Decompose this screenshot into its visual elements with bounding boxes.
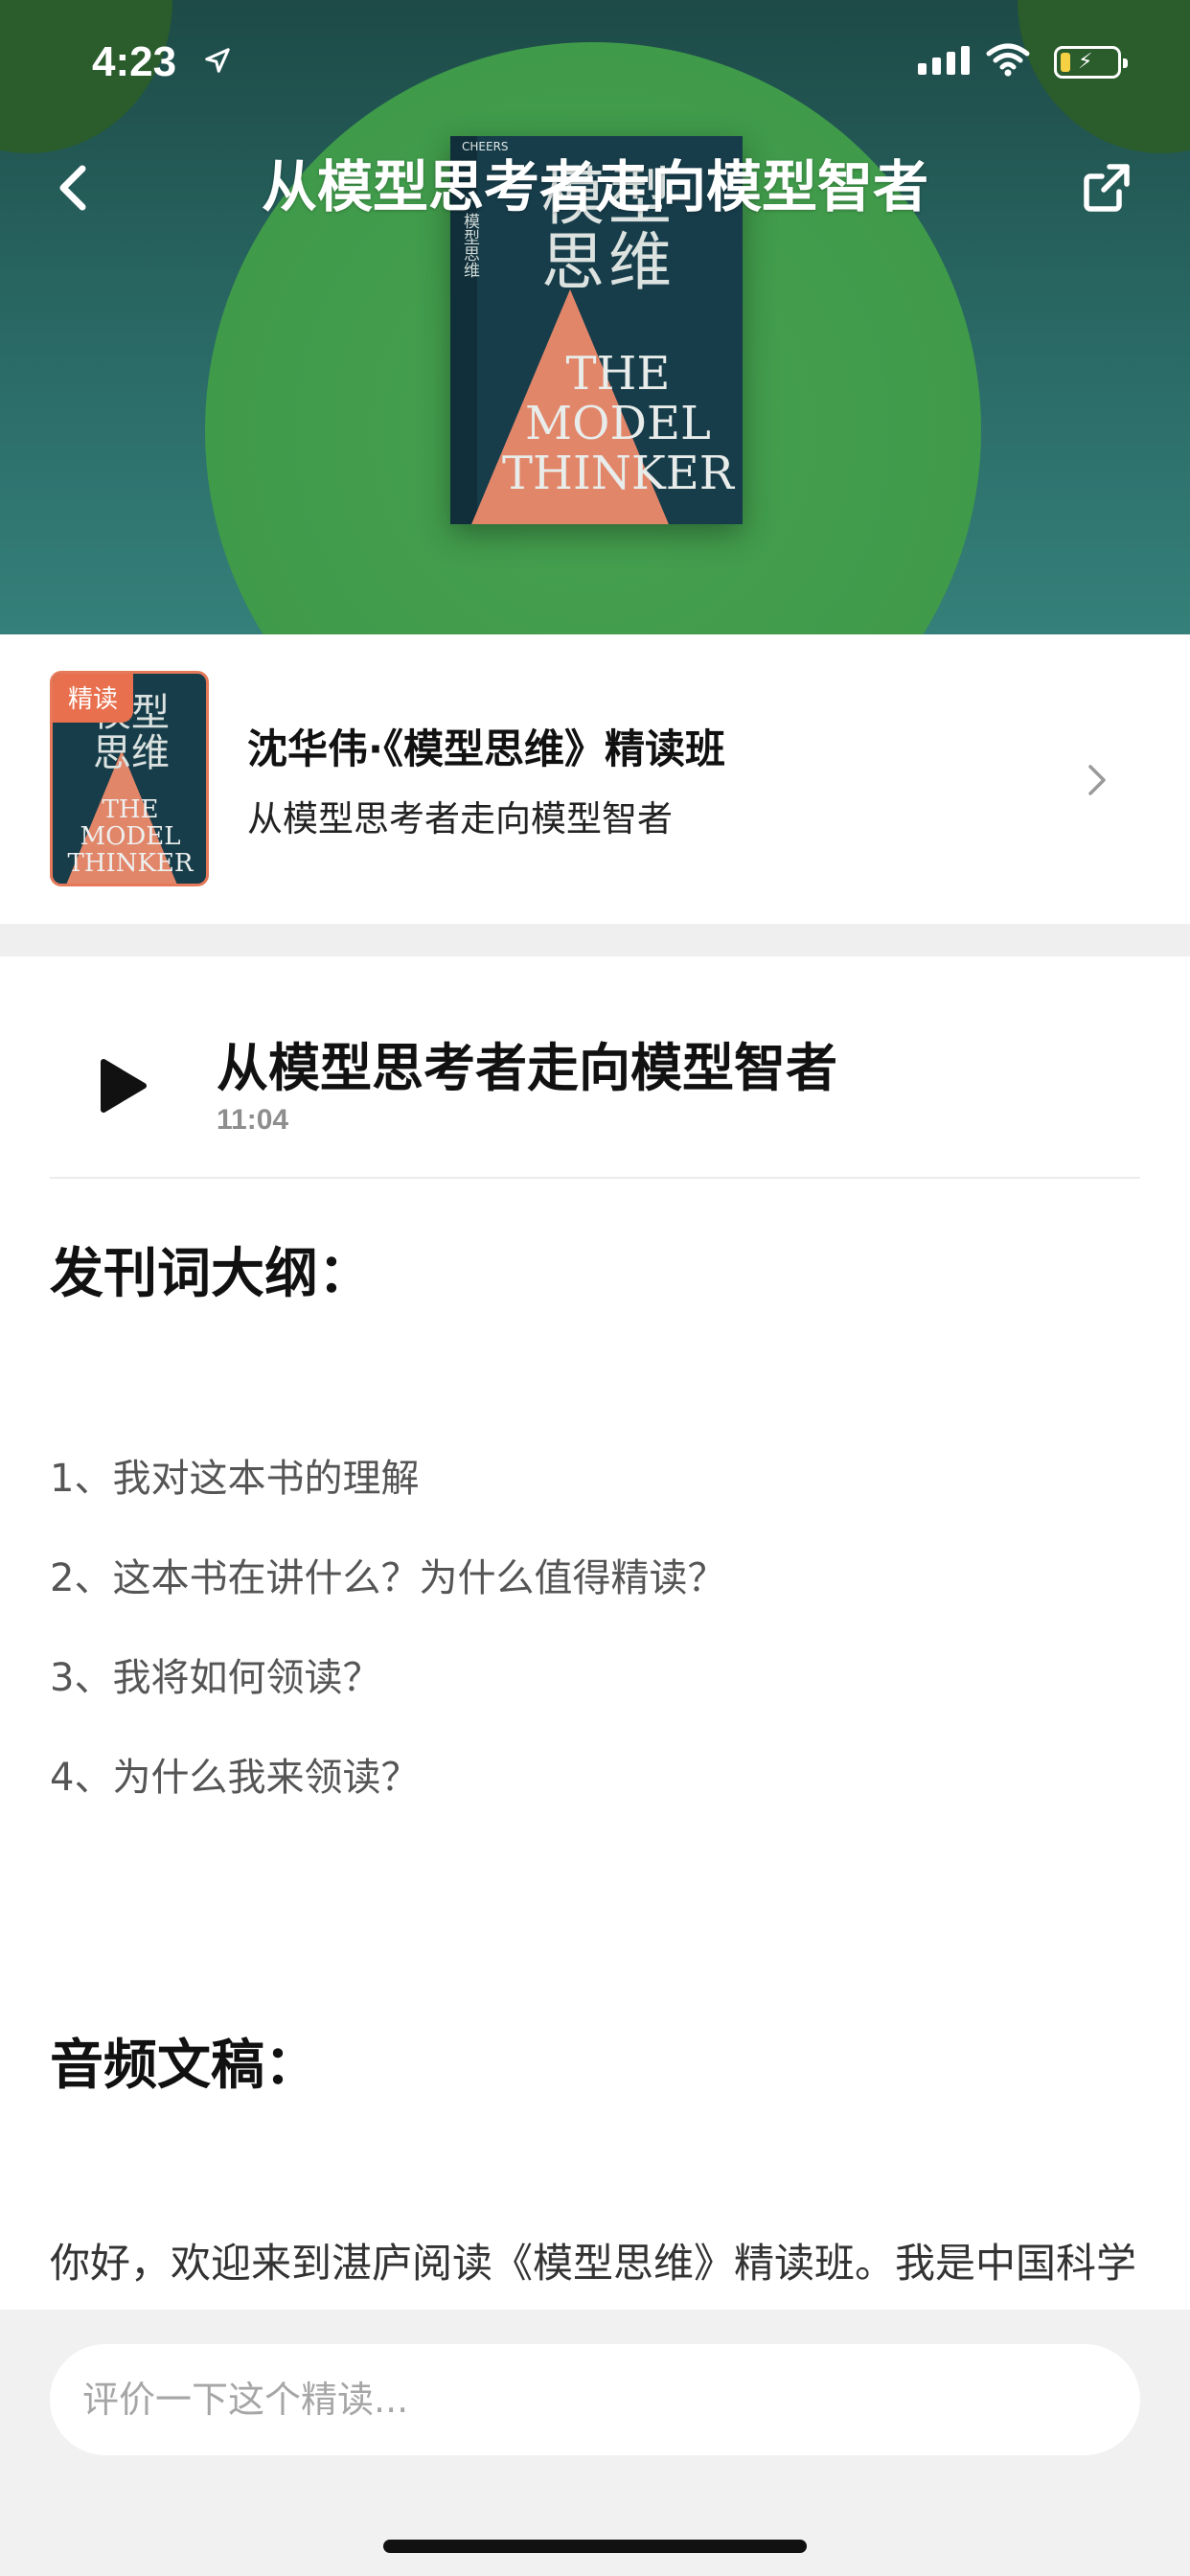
audio-duration: 11:04 xyxy=(217,1104,289,1136)
status-time: 4:23 xyxy=(92,38,177,85)
home-indicator[interactable] xyxy=(383,2540,807,2553)
section-divider xyxy=(0,924,1190,956)
course-card[interactable]: 模型 思维 THE MODEL THINKER 精读 沈华伟·《模型思维》精读班… xyxy=(0,634,1190,924)
outline-item: 4、为什么我来领读？ xyxy=(50,1756,420,1800)
wifi-icon xyxy=(986,43,1030,77)
back-button[interactable] xyxy=(38,153,105,220)
audio-player-row[interactable]: 从模型思考者走向模型智者 11:04 xyxy=(0,956,1190,1179)
transcript-text: 你好，欢迎来到湛庐阅读《模型思维》精读班。我是中国科学 xyxy=(50,2240,1137,2287)
outline-item: 1、我对这本书的理解 xyxy=(50,1457,420,1501)
comment-input[interactable] xyxy=(50,2344,1140,2455)
course-subtitle: 从模型思考者走向模型智者 xyxy=(247,798,673,840)
comment-bar xyxy=(0,2310,1190,2576)
course-thumbnail: 模型 思维 THE MODEL THINKER 精读 xyxy=(50,671,209,886)
location-arrow-icon xyxy=(205,48,230,73)
chevron-right-icon[interactable] xyxy=(1083,759,1111,801)
cover-en-title: THE MODEL THINKER xyxy=(502,347,734,500)
outline-item: 3、我将如何领读？ xyxy=(50,1656,381,1700)
battery-icon: ⚡ xyxy=(1054,46,1128,79)
play-button[interactable] xyxy=(86,1052,155,1119)
spine-title: 模型思维 xyxy=(460,213,479,278)
course-name: 沈华伟·《模型思维》精读班 xyxy=(247,725,725,772)
course-tag-badge: 精读 xyxy=(53,674,134,723)
status-bar: 4:23 ⚡ xyxy=(0,0,1190,126)
divider xyxy=(50,1177,1140,1179)
thumb-en-title: THE MODEL THINKER xyxy=(67,795,194,878)
hero-banner: CHEERS 模型思维 模型 思维 THE MODEL THINKER 4:23… xyxy=(0,0,1190,634)
cellular-signal-icon xyxy=(918,46,970,75)
share-button[interactable] xyxy=(1073,153,1140,220)
publisher-logo: CHEERS xyxy=(462,140,509,153)
outline-item: 2、这本书在讲什么？为什么值得精读？ xyxy=(50,1556,726,1600)
audio-title: 从模型思考者走向模型智者 xyxy=(217,1038,837,1098)
outline-heading: 发刊词大纲： xyxy=(50,1243,372,1305)
transcript-heading: 音频文稿： xyxy=(50,2035,318,2097)
page-title: 从模型思考者走向模型智者 xyxy=(261,154,928,219)
